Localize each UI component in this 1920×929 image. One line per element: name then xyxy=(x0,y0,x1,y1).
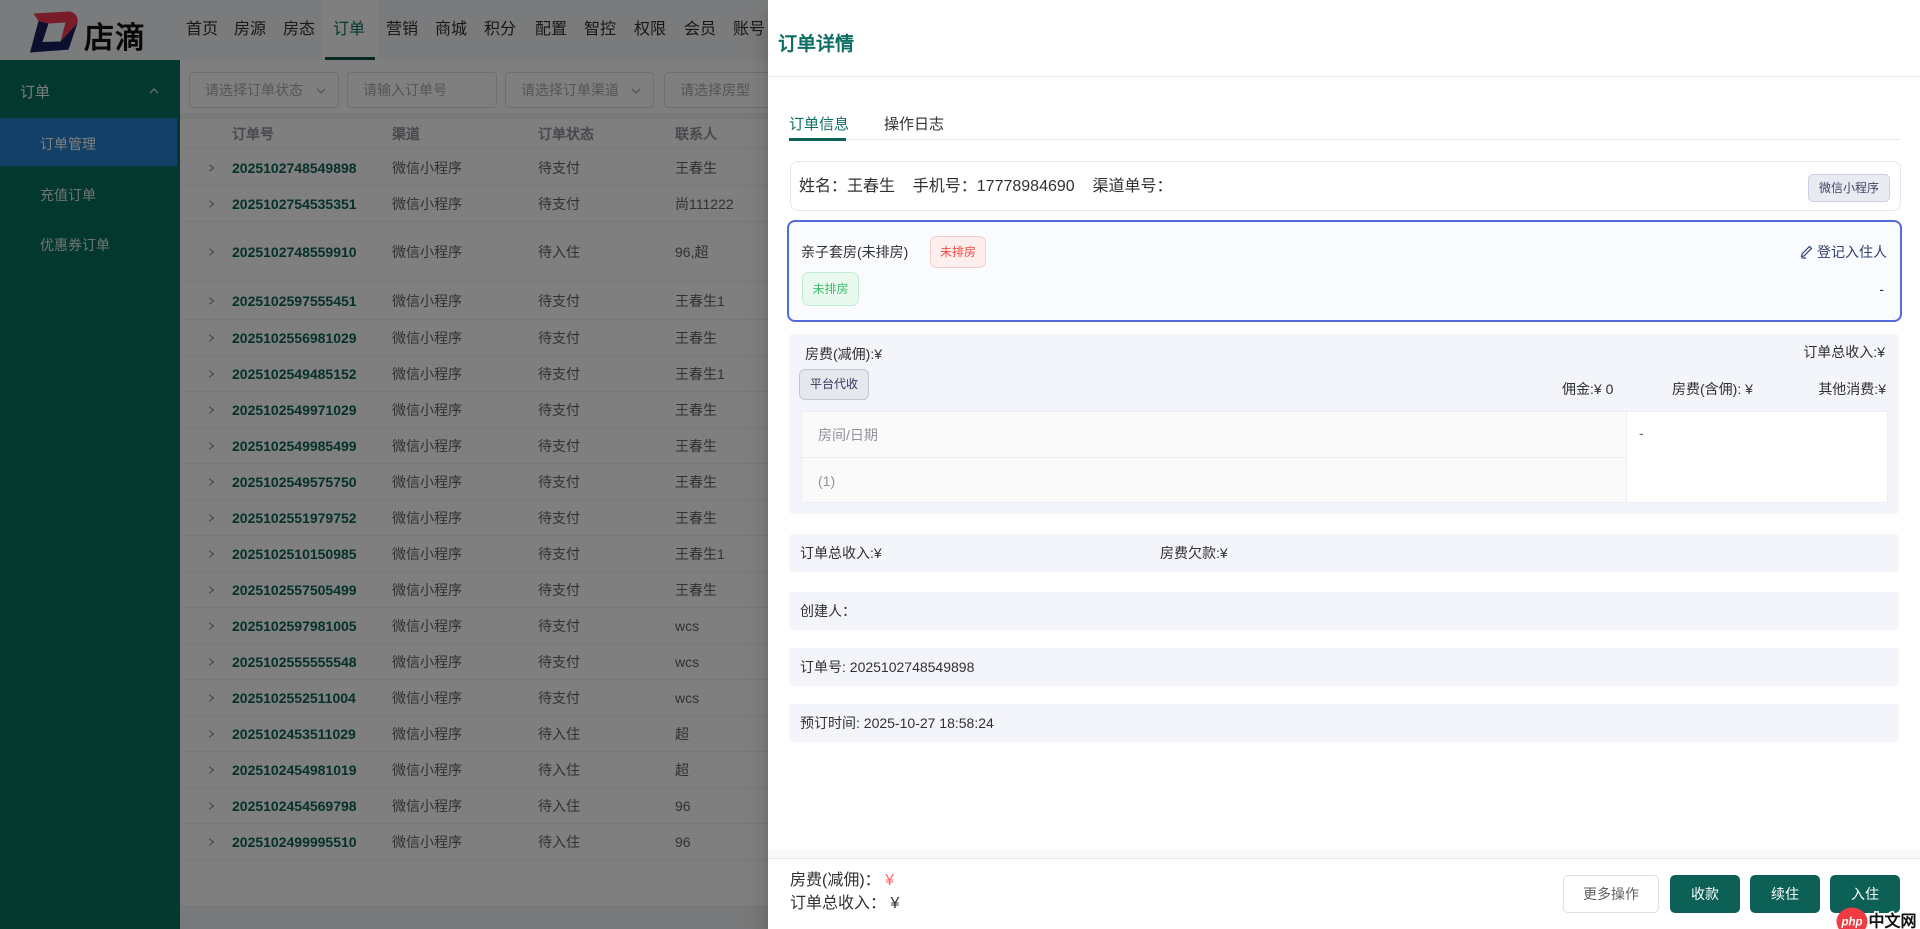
svg-text:php: php xyxy=(1840,917,1862,929)
svg-text:中文网: 中文网 xyxy=(1869,912,1917,929)
